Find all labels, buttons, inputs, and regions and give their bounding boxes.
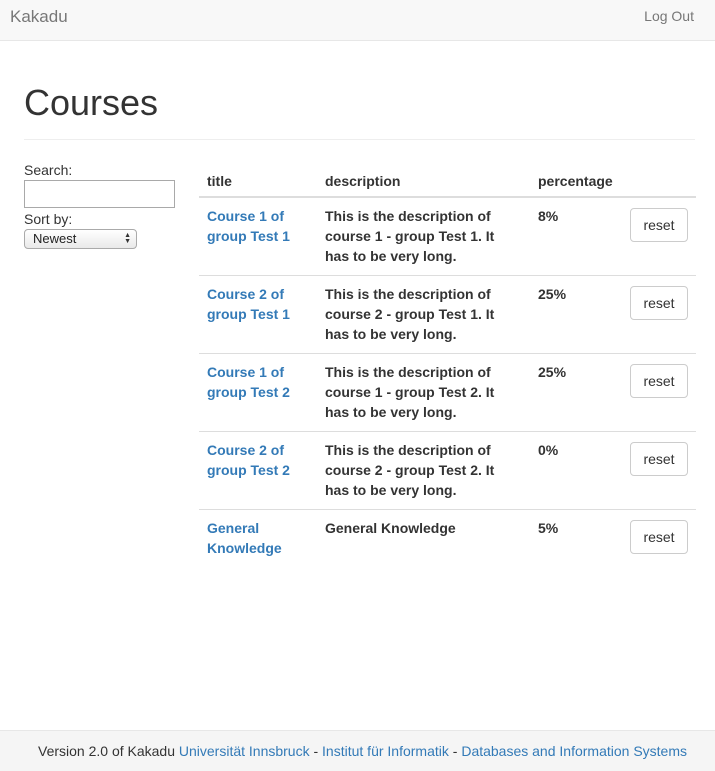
reset-button[interactable]: reset [630,208,688,242]
column-header-actions [622,160,696,198]
footer-separator: - [309,743,323,759]
table-row: Course 1 of group Test 2 This is the des… [199,352,696,431]
courses-table: title description percentage Course 1 of… [199,160,696,587]
course-title-link[interactable]: Course 1 of group Test 1 [207,208,290,244]
column-header-title: title [199,160,317,198]
table-row: Course 2 of group Test 1 This is the des… [199,274,696,353]
footer-link-university[interactable]: Universität Innsbruck [179,743,310,759]
column-header-percentage: percentage [530,160,622,198]
footer-link-institute[interactable]: Institut für Informatik [322,743,449,759]
reset-button[interactable]: reset [630,285,688,320]
footer-separator: - [448,743,462,759]
reset-button[interactable]: reset [630,441,688,476]
course-title-link[interactable]: Course 1 of group Test 2 [207,364,290,400]
course-percentage: 5% [530,508,622,587]
course-title-link[interactable]: Course 2 of group Test 1 [207,286,290,322]
footer: Version 2.0 of Kakadu Universität Innsbr… [0,730,715,771]
sort-select[interactable]: Newest ▲ ▼ [24,229,137,249]
course-percentage: 8% [538,208,559,224]
navbar: Kakadu Log Out [0,0,715,41]
sort-selected-value: Newest [33,231,77,246]
sidebar-filters: Search: Sort by: Newest ▲ ▼ [24,162,184,249]
course-description: This is the description of course 1 - gr… [317,352,530,431]
course-description: This is the description of course 2 - gr… [317,274,530,353]
reset-button[interactable]: reset [630,519,688,554]
course-percentage: 25% [530,352,622,431]
table-header-row: title description percentage [199,160,696,198]
table-row: Course 2 of group Test 2 This is the des… [199,430,696,509]
table-row: General Knowledge General Knowledge 5% r… [199,508,696,587]
course-description: This is the description of course 2 - gr… [317,430,530,509]
course-title-link[interactable]: General Knowledge [207,520,282,556]
sort-label: Sort by: [24,211,73,227]
footer-link-group[interactable]: Databases and Information Systems [461,743,687,759]
search-label: Search: [24,162,73,178]
course-percentage: 25% [530,274,622,353]
course-description: General Knowledge [317,508,530,587]
reset-button[interactable]: reset [630,363,688,398]
column-header-description: description [317,160,530,198]
table-row: Course 1 of group Test 1 This is the des… [199,197,696,275]
course-percentage: 0% [530,430,622,509]
course-description: This is the description of course 1 - gr… [325,208,495,264]
page-header: Courses [24,83,695,140]
brand-link[interactable]: Kakadu [10,7,68,27]
select-arrows-icon: ▲ ▼ [124,232,131,245]
logout-link[interactable]: Log Out [644,8,694,24]
search-input[interactable] [24,180,175,208]
course-title-link[interactable]: Course 2 of group Test 2 [207,442,290,478]
page-title: Courses [24,82,159,123]
footer-version-text: Version 2.0 of Kakadu [38,743,179,759]
